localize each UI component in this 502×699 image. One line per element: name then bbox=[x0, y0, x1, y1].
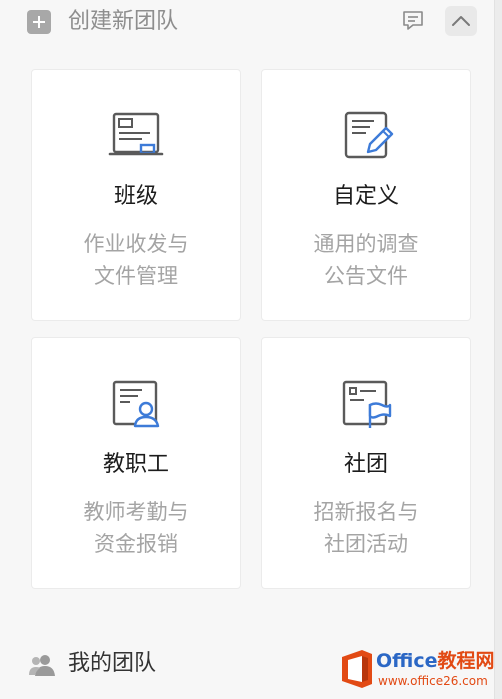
card-description: 教师考勤与 资金报销 bbox=[83, 500, 189, 556]
card-title: 班级 bbox=[113, 184, 158, 209]
card-title: 教职工 bbox=[102, 452, 169, 477]
card-description: 招新报名与 社团活动 bbox=[313, 500, 419, 556]
classroom-board-icon bbox=[108, 112, 164, 156]
card-description: 通用的调查 公告文件 bbox=[313, 232, 419, 288]
watermark-title: Office教程网 bbox=[376, 650, 495, 672]
office26-watermark: Office教程网 www.office26.com bbox=[336, 648, 496, 694]
team-type-card-club[interactable]: 社团 招新报名与 社团活动 bbox=[261, 337, 471, 589]
card-title: 自定义 bbox=[332, 184, 399, 209]
people-icon bbox=[29, 655, 55, 676]
team-type-card-custom[interactable]: 自定义 通用的调查 公告文件 bbox=[261, 69, 471, 321]
card-title: 社团 bbox=[343, 452, 388, 477]
collapse-button[interactable] bbox=[445, 6, 477, 36]
watermark-url: www.office26.com bbox=[378, 674, 488, 688]
scroll-gutter[interactable] bbox=[494, 0, 502, 699]
my-teams-title: 我的团队 bbox=[68, 651, 157, 676]
edit-document-icon bbox=[344, 111, 394, 159]
create-team-title[interactable]: 创建新团队 bbox=[68, 8, 178, 36]
team-type-card-class[interactable]: 班级 作业收发与 文件管理 bbox=[31, 69, 241, 321]
plus-icon[interactable] bbox=[27, 10, 51, 34]
staff-profile-icon bbox=[112, 380, 160, 428]
team-type-card-staff[interactable]: 教职工 教师考勤与 资金报销 bbox=[31, 337, 241, 589]
feedback-icon[interactable] bbox=[401, 9, 425, 33]
chevron-up-icon bbox=[452, 16, 470, 26]
club-flag-icon bbox=[342, 380, 392, 428]
card-description: 作业收发与 文件管理 bbox=[83, 232, 189, 288]
office-logo-icon bbox=[342, 650, 372, 688]
create-team-header: 创建新团队 bbox=[0, 0, 494, 44]
